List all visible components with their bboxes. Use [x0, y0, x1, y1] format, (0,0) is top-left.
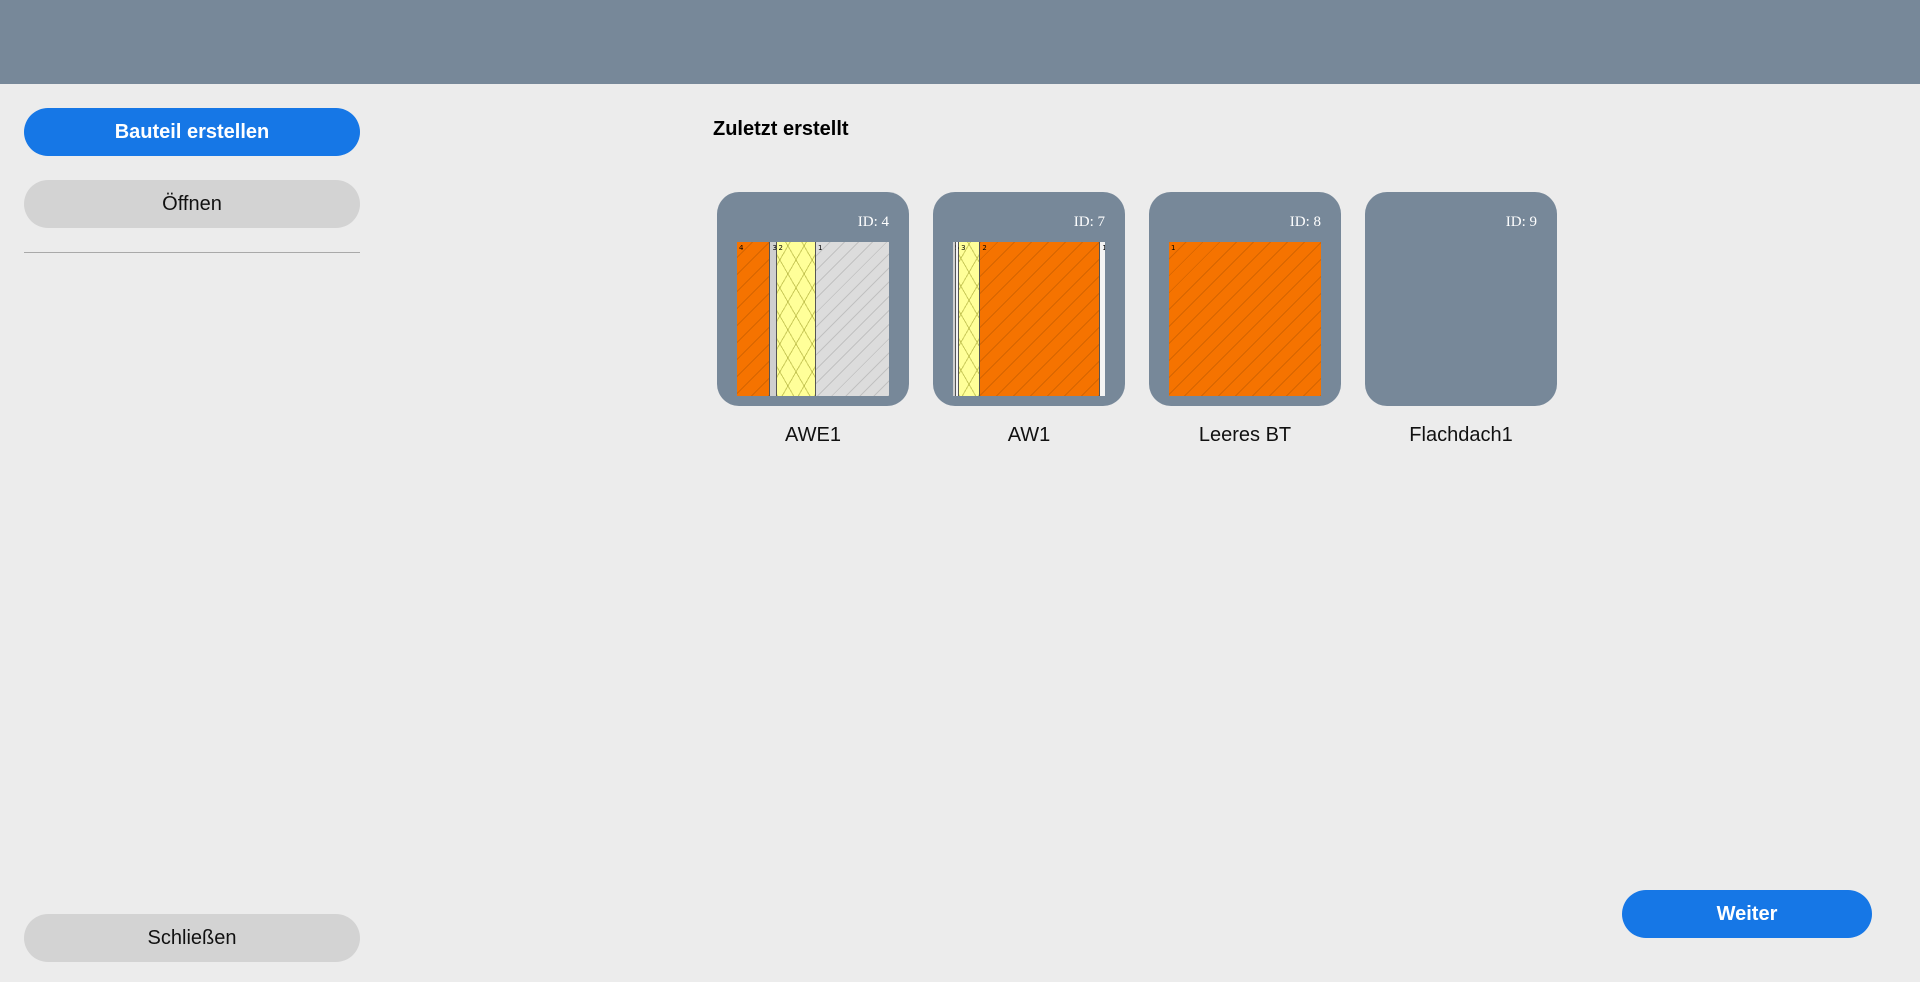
layer-number: 1: [1102, 244, 1105, 252]
card-id: ID: 4: [857, 214, 889, 230]
card-thumbnail[interactable]: ID: 8 1: [1149, 192, 1341, 406]
recent-card[interactable]: ID: 4 4321 AWE1: [717, 192, 909, 447]
card-thumbnail[interactable]: ID: 4 4321: [717, 192, 909, 406]
material-layer: 2: [980, 242, 1101, 396]
sidebar: Bauteil erstellen Öffnen: [24, 108, 360, 253]
close-button[interactable]: Schließen: [24, 914, 360, 962]
layer-preview: 54321: [953, 242, 1105, 396]
material-layer: 2: [776, 242, 817, 396]
card-id: ID: 8: [1289, 214, 1321, 230]
section-title: Zuletzt erstellt: [713, 118, 849, 140]
card-thumbnail[interactable]: ID: 9: [1365, 192, 1557, 406]
recent-card[interactable]: ID: 7 54321 AW1: [933, 192, 1125, 447]
layer-number: 4: [739, 244, 744, 252]
layer-number: 1: [818, 244, 823, 252]
card-thumbnail[interactable]: ID: 7 54321: [933, 192, 1125, 406]
card-name: Leeres BT: [1198, 424, 1292, 446]
top-bar: [0, 0, 1920, 84]
material-layer: 1: [1169, 242, 1321, 396]
card-id: ID: 9: [1505, 214, 1537, 230]
layer-number: 1: [1171, 244, 1176, 252]
card-name: AWE1: [785, 424, 841, 446]
material-layer: 1: [1100, 242, 1105, 396]
layer-preview: 4321: [737, 242, 889, 396]
open-button[interactable]: Öffnen: [24, 180, 360, 228]
recent-card[interactable]: ID: 8 1 Leeres BT: [1149, 192, 1341, 447]
material-layer: 1: [816, 242, 889, 396]
recent-card[interactable]: ID: 9 Flachdach1: [1365, 192, 1557, 447]
layer-number: 3: [961, 244, 966, 252]
card-id: ID: 7: [1073, 214, 1105, 230]
layer-number: 2: [778, 244, 783, 252]
create-component-button[interactable]: Bauteil erstellen: [24, 108, 360, 156]
material-layer: 4: [737, 242, 771, 396]
sidebar-divider: [24, 252, 360, 253]
next-button[interactable]: Weiter: [1622, 890, 1872, 938]
recent-cards: ID: 4 4321 AWE1 ID: 7 54321 AW1 ID: 8 1 …: [717, 192, 1581, 447]
card-name: AW1: [1007, 424, 1051, 446]
material-layer: 3: [959, 242, 981, 396]
layer-preview: 1: [1169, 242, 1321, 396]
layer-number: 2: [982, 244, 987, 252]
card-name: Flachdach1: [1409, 424, 1513, 446]
